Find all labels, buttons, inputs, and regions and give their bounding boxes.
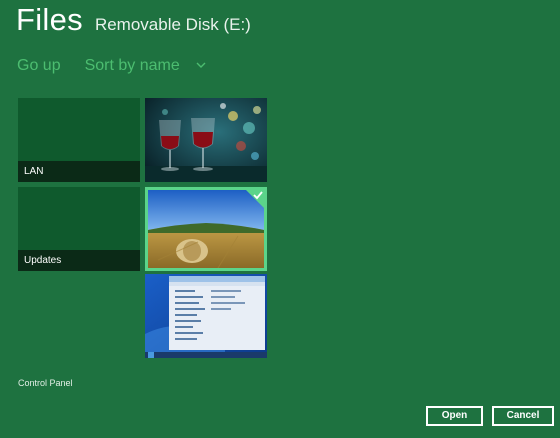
folder-tile-lan[interactable]: LAN — [18, 98, 140, 182]
go-up-button[interactable]: Go up — [17, 57, 61, 75]
file-picker: { "header": { "app_title": "Files", "loc… — [0, 0, 560, 438]
folder-label: Updates — [18, 250, 140, 271]
command-bar: Go up Sort by name — [17, 57, 206, 75]
folder-label: LAN — [18, 161, 140, 182]
image-tile-field-selected[interactable] — [145, 187, 267, 271]
selected-check-icon — [246, 190, 264, 208]
control-panel-screenshot-icon — [145, 274, 267, 358]
sort-label: Sort by name — [84, 57, 180, 74]
image-tile-control-panel-screenshot[interactable] — [145, 274, 267, 358]
sort-dropdown[interactable]: Sort by name — [85, 57, 207, 75]
chevron-down-icon — [196, 62, 206, 68]
wine-glasses-photo-icon — [145, 98, 267, 182]
cancel-button[interactable]: Cancel — [492, 406, 554, 426]
current-folder-name: Control Panel — [18, 378, 73, 388]
folder-tile-updates[interactable]: Updates — [18, 187, 140, 271]
open-button[interactable]: Open — [426, 406, 483, 426]
image-tile-wine[interactable] — [145, 98, 267, 182]
current-location[interactable]: Removable Disk (E:) — [95, 15, 251, 35]
header: Files Removable Disk (E:) — [16, 2, 251, 46]
app-title: Files — [16, 2, 83, 37]
